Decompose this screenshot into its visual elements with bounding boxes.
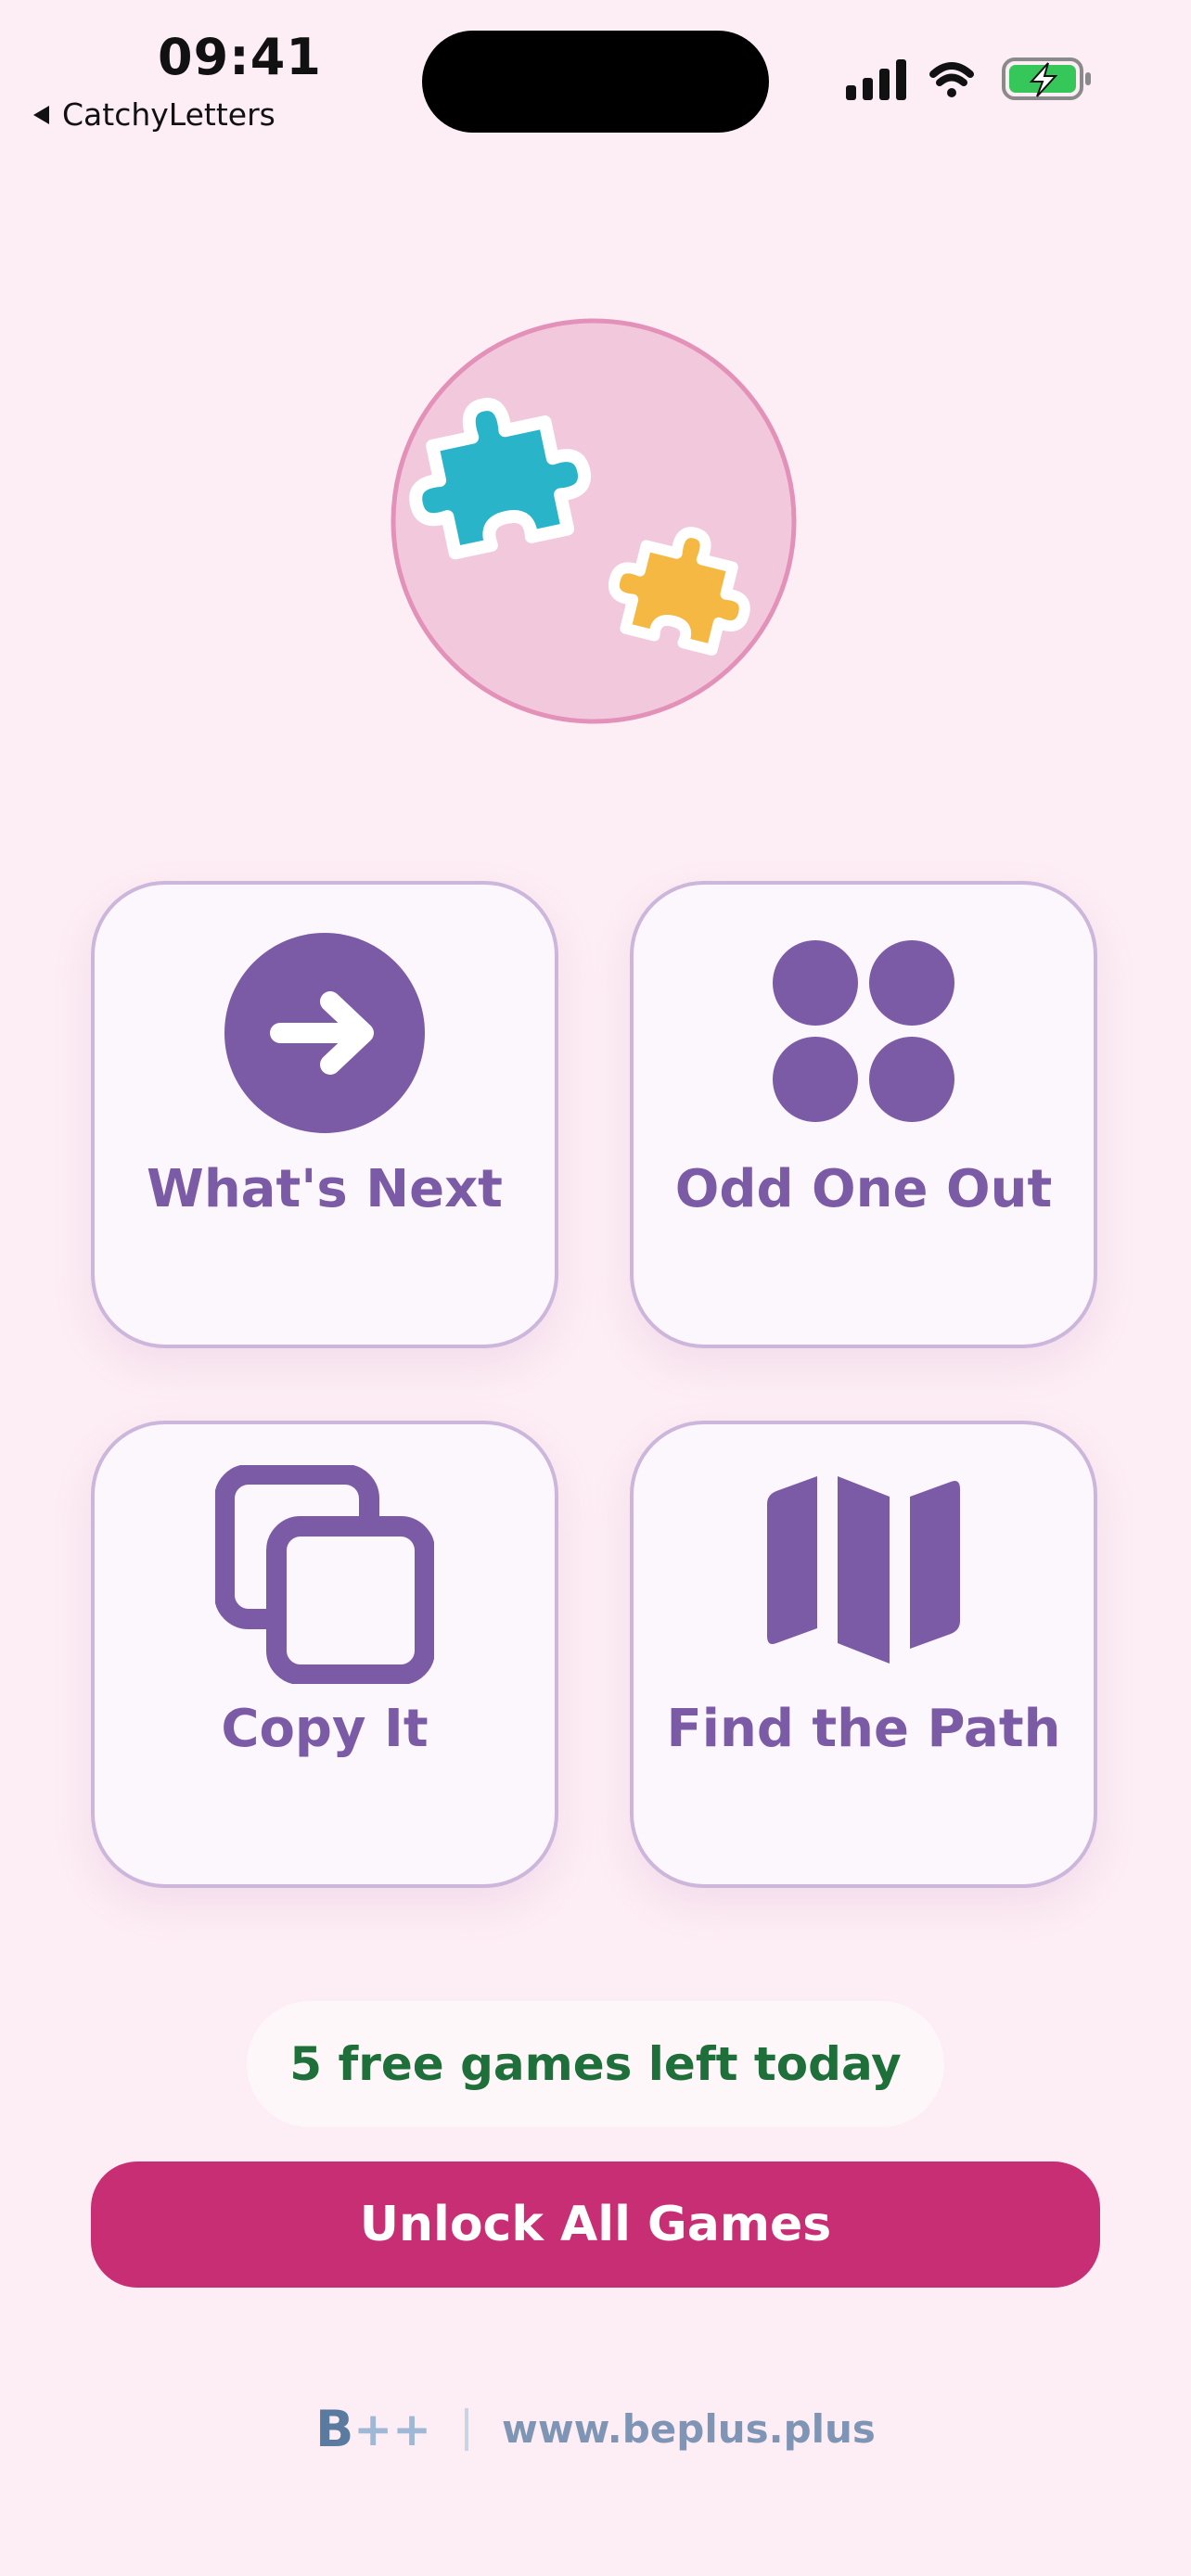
map-icon	[767, 1476, 960, 1664]
game-card-whats-next[interactable]: What's Next	[91, 881, 558, 1348]
brand-plus: ++	[353, 2402, 432, 2456]
game-label-find-the-path: Find the Path	[666, 1699, 1061, 1759]
back-app-label: CatchyLetters	[62, 96, 275, 133]
game-card-copy-it[interactable]: Copy It	[91, 1421, 558, 1888]
game-card-odd-one-out[interactable]: Odd One Out	[630, 881, 1097, 1348]
unlock-button-label: Unlock All Games	[359, 2197, 832, 2252]
arrow-right-circle-icon	[224, 933, 425, 1133]
footer-divider	[465, 2407, 469, 2451]
cellular-signal-icon	[846, 59, 906, 100]
game-label-odd-one-out: Odd One Out	[674, 1159, 1053, 1219]
back-triangle-icon	[33, 105, 49, 124]
copy-icon	[215, 1465, 434, 1684]
wifi-icon	[929, 62, 974, 97]
back-to-app-link[interactable]: CatchyLetters	[33, 96, 275, 133]
game-label-whats-next: What's Next	[147, 1159, 503, 1219]
brand-logo: B ++	[315, 2400, 431, 2458]
status-icons	[846, 57, 1091, 100]
dynamic-island	[422, 31, 769, 133]
battery-charging-icon	[1002, 57, 1091, 100]
puzzle-pieces-icon	[391, 318, 797, 724]
unlock-all-games-button[interactable]: Unlock All Games	[91, 2162, 1100, 2288]
free-games-badge: 5 free games left today	[247, 2001, 944, 2127]
game-card-find-the-path[interactable]: Find the Path	[630, 1421, 1097, 1888]
brand-letter: B	[315, 2400, 354, 2458]
footer-website-link[interactable]: www.beplus.plus	[502, 2406, 876, 2452]
footer: B ++ www.beplus.plus	[0, 2400, 1191, 2458]
status-time: 09:41	[158, 28, 322, 86]
free-games-text: 5 free games left today	[289, 2037, 902, 2091]
game-label-copy-it: Copy It	[221, 1699, 429, 1759]
four-dots-icon	[773, 940, 954, 1122]
